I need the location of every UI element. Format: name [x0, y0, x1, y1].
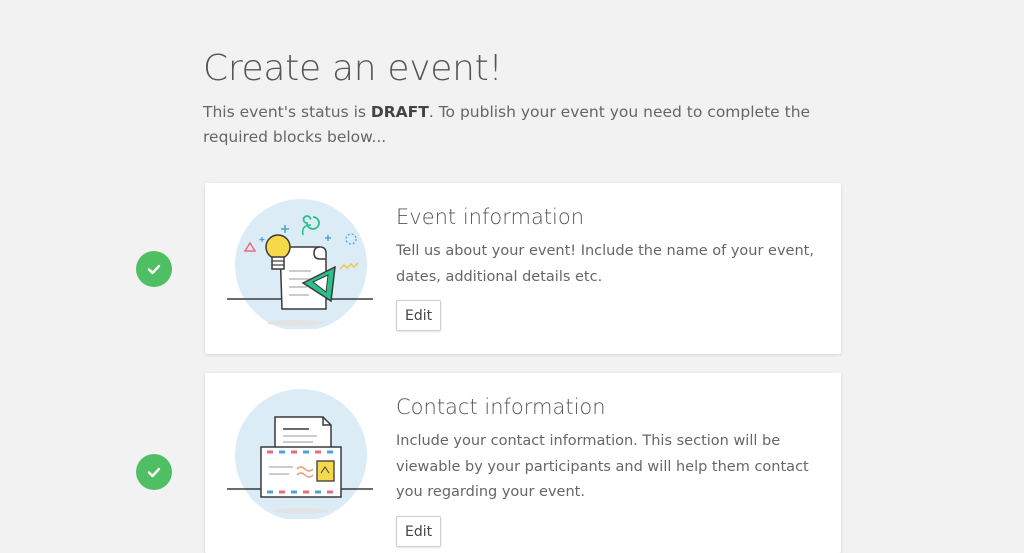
status-prefix: This event's status is — [203, 103, 371, 121]
page-title: Create an event! — [203, 48, 503, 89]
card-description: Include your contact information. This s… — [396, 433, 809, 500]
envelope-letter-icon — [225, 389, 375, 521]
lightbulb-document-icon — [225, 199, 375, 331]
status-text: This event's status is DRAFT. To publish… — [203, 100, 843, 150]
status-badge: DRAFT — [370, 103, 429, 121]
event-information-card: Event information Tell us about your eve… — [205, 183, 841, 354]
edit-event-information-button[interactable]: Edit — [396, 300, 442, 331]
completed-check-icon — [136, 251, 172, 287]
card-title: Contact information — [396, 395, 606, 419]
edit-contact-information-button[interactable]: Edit — [396, 516, 442, 547]
contact-information-card: Contact information Include your contact… — [205, 373, 841, 553]
completed-check-icon — [136, 454, 172, 490]
card-title: Event information — [396, 205, 585, 229]
card-description: Tell us about your event! Include the na… — [396, 243, 814, 285]
